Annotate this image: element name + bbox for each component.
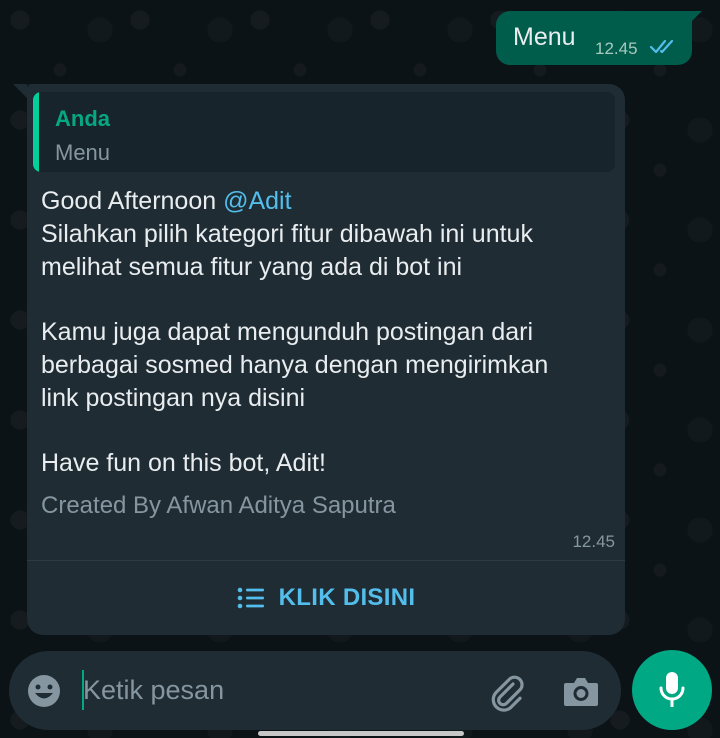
quote-accent-bar	[33, 92, 39, 172]
message-line: melihat semua fitur yang ada di bot ini	[41, 253, 463, 281]
klik-disini-label: KLIK DISINI	[278, 584, 416, 611]
quoted-message[interactable]: Anda Menu	[33, 92, 615, 172]
mic-icon	[659, 672, 685, 707]
incoming-bubble-tail	[13, 84, 27, 98]
message-footer: Created By Afwan Aditya Saputra	[41, 492, 396, 519]
quoted-text: Menu	[55, 140, 111, 165]
outgoing-message-text: Menu	[513, 23, 576, 51]
greeting-text: Good Afternoon	[41, 187, 224, 215]
message-line: berbagai sosmed hanya dengan mengirimkan	[41, 351, 549, 379]
message-line: Silahkan pilih kategori fitur dibawah in…	[41, 220, 533, 248]
message-spacer	[41, 415, 611, 447]
message-line-greeting: Good Afternoon @Adit	[41, 185, 611, 218]
double-check-read-icon	[649, 39, 674, 54]
outgoing-message-time: 12.45	[595, 39, 638, 58]
emoji-icon[interactable]	[26, 673, 62, 709]
mention-link[interactable]: @Adit	[223, 187, 291, 215]
quoted-author: Anda	[55, 106, 110, 131]
message-input[interactable]	[83, 670, 463, 710]
klik-disini-button[interactable]: KLIK DISINI	[27, 561, 625, 635]
incoming-message-time: 12.45	[572, 532, 615, 551]
outgoing-message-bubble[interactable]: Menu 12.45	[496, 11, 692, 65]
message-body: Good Afternoon @Adit Silahkan pilih kate…	[41, 185, 611, 522]
list-icon	[237, 587, 264, 609]
message-line: link postingan nya disini	[41, 384, 306, 412]
home-indicator[interactable]	[258, 731, 464, 736]
camera-icon[interactable]	[562, 674, 600, 708]
message-spacer	[41, 284, 611, 316]
message-line: Kamu juga dapat mengunduh postingan dari	[41, 318, 534, 346]
attach-icon[interactable]	[487, 672, 527, 712]
voice-record-button[interactable]	[632, 650, 712, 730]
message-composer	[9, 651, 621, 730]
message-line: Have fun on this bot, Adit!	[41, 449, 326, 477]
incoming-message-bubble[interactable]: Anda Menu Good Afternoon @Adit Silahkan …	[27, 84, 625, 635]
